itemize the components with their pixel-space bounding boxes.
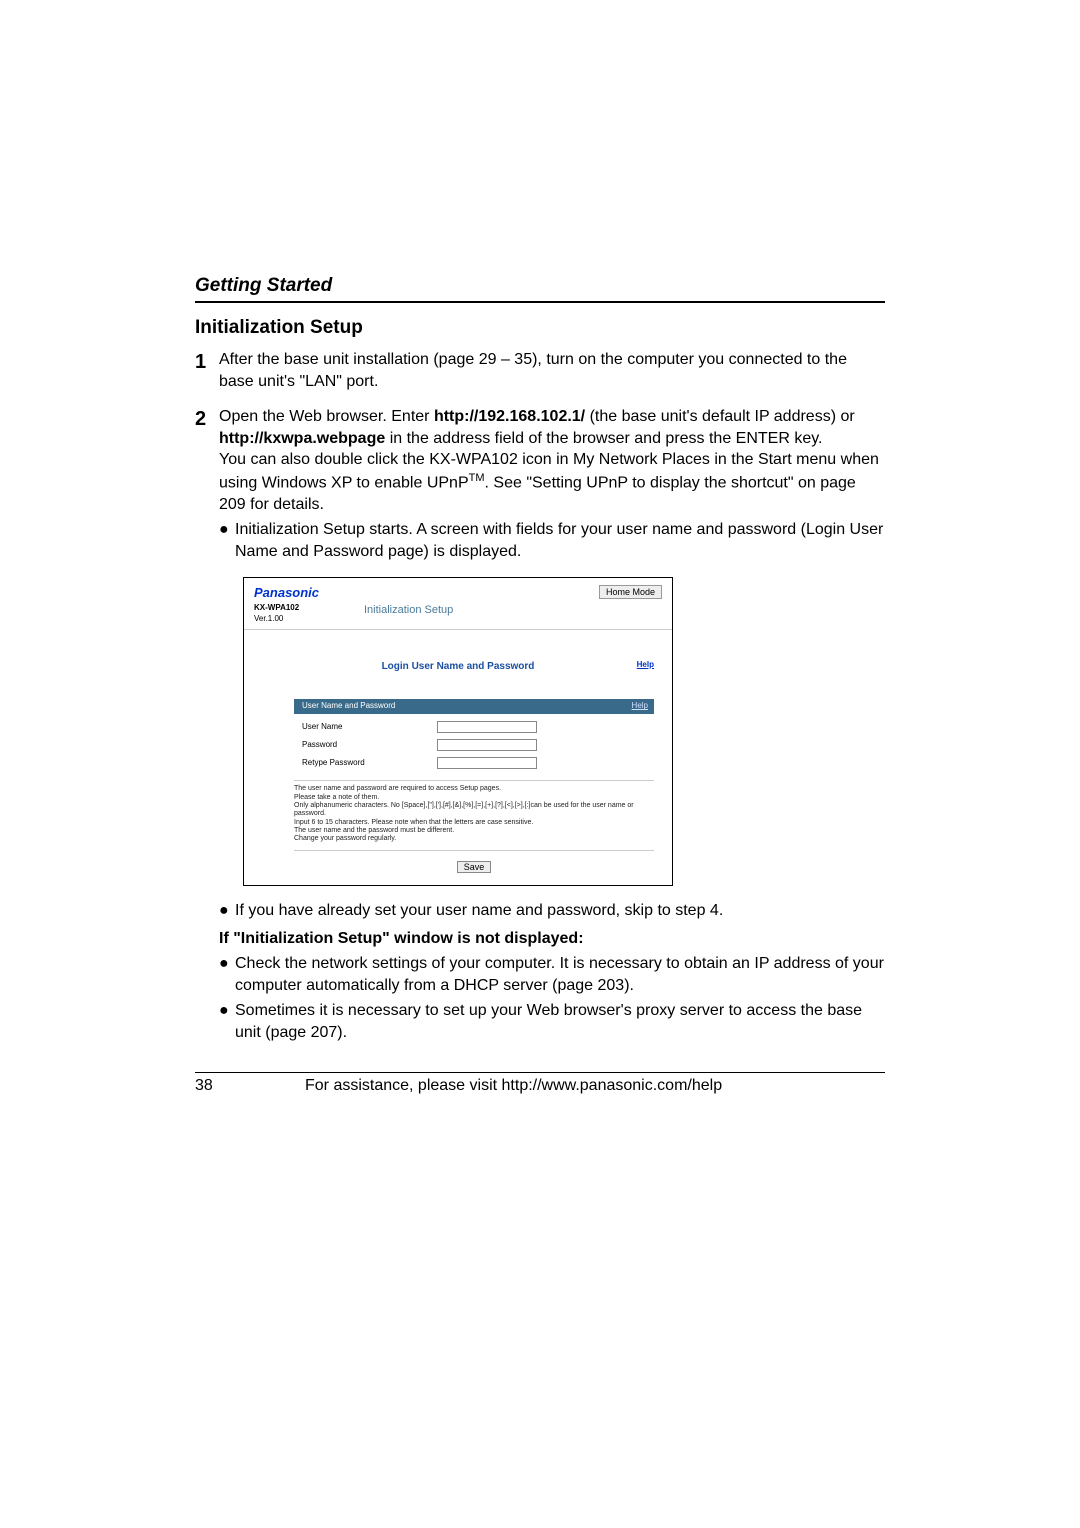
section-band: User Name and Password Help (294, 699, 654, 714)
form-notes: The user name and password are required … (294, 780, 654, 844)
save-button[interactable]: Save (457, 861, 492, 873)
note-line: The user name and password are required … (294, 785, 654, 793)
retype-label: Retype Password (302, 758, 437, 769)
password-input[interactable] (437, 739, 537, 751)
step-2: 2 Open the Web browser. Enter http://192… (195, 406, 885, 1047)
model-name: KX-WPA102 (254, 603, 299, 612)
note-line: Change your password regularly. (294, 835, 654, 843)
username-label: User Name (302, 722, 437, 733)
login-form: User Name Password Retype Password (294, 714, 654, 776)
password-label: Password (302, 740, 437, 751)
version-label: Ver.1.00 (254, 614, 344, 625)
page-footer: 38 For assistance, please visit http://w… (195, 1073, 885, 1095)
step-text: (the base unit's default IP address) or (585, 408, 855, 425)
help-link[interactable]: Help (632, 701, 648, 712)
note-line: Please take a note of them. (294, 794, 654, 802)
form-row-password: Password (294, 736, 654, 754)
home-mode-button[interactable]: Home Mode (599, 585, 662, 599)
bullet-item: ● Initialization Setup starts. A screen … (219, 519, 885, 562)
step-text: Open the Web browser. Enter (219, 408, 434, 425)
brand-logo: Panasonic (254, 584, 319, 602)
login-title: Login User Name and Password Help (244, 660, 672, 674)
bullet-item: ● If you have already set your user name… (219, 900, 885, 922)
note-line: The user name and the password must be d… (294, 827, 654, 835)
footer-assist-text: For assistance, please visit http://www.… (305, 1077, 885, 1095)
help-link[interactable]: Help (637, 660, 654, 671)
init-setup-title: Initialization Setup (364, 603, 453, 618)
step-text: After the base unit installation (page 2… (219, 351, 847, 390)
step-body: Open the Web browser. Enter http://192.1… (219, 406, 885, 1047)
step-number: 1 (195, 349, 219, 392)
band-title: User Name and Password (302, 701, 395, 710)
bullet-text: If you have already set your user name a… (235, 900, 885, 922)
form-row-retype: Retype Password (294, 754, 654, 772)
divider (195, 301, 885, 303)
bullet-icon: ● (219, 953, 235, 996)
bullet-icon: ● (219, 900, 235, 922)
username-input[interactable] (437, 721, 537, 733)
embedded-screenshot: Panasonic Home Mode KX-WPA102 Ver.1.00 I… (243, 577, 673, 886)
note-line: Only alphanumeric characters. No [Space]… (294, 802, 654, 819)
bullet-item: ● Check the network settings of your com… (219, 953, 885, 996)
step-text: in the address field of the browser and … (385, 430, 822, 447)
bullet-icon: ● (219, 1000, 235, 1043)
trademark: TM (469, 472, 485, 484)
bullet-text: Check the network settings of your compu… (235, 953, 885, 996)
note-line: Input 6 to 15 characters. Please note wh… (294, 819, 654, 827)
retype-password-input[interactable] (437, 757, 537, 769)
bullet-item: ● Sometimes it is necessary to set up yo… (219, 1000, 885, 1043)
bold-subheading: If "Initialization Setup" window is not … (219, 928, 885, 950)
save-row: Save (294, 850, 654, 885)
step-1: 1 After the base unit installation (page… (195, 349, 885, 392)
form-row-username: User Name (294, 718, 654, 736)
step-body: After the base unit installation (page 2… (219, 349, 885, 392)
section-title: Getting Started (195, 275, 885, 301)
step-number: 2 (195, 406, 219, 1047)
page-number: 38 (195, 1077, 305, 1095)
bullet-text: Sometimes it is necessary to set up your… (235, 1000, 885, 1043)
url-bold: http://kxwpa.webpage (219, 430, 385, 447)
subsection-title: Initialization Setup (195, 317, 885, 339)
bullet-text: Initialization Setup starts. A screen wi… (235, 519, 885, 562)
url-bold: http://192.168.102.1/ (434, 408, 585, 425)
login-title-text: Login User Name and Password (382, 661, 535, 672)
model-label: KX-WPA102 Ver.1.00 (254, 603, 344, 625)
divider (244, 629, 672, 630)
bullet-icon: ● (219, 519, 235, 562)
